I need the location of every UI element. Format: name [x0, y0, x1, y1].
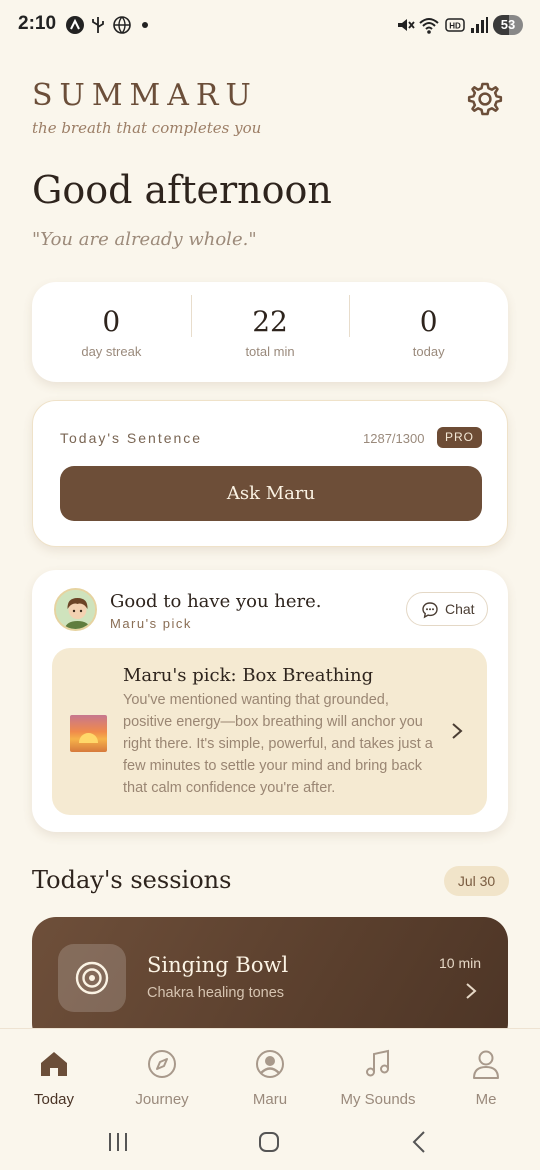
stat-label: day streak: [81, 344, 142, 359]
stats-card: 0 day streak 22 total min 0 today: [32, 282, 508, 382]
pro-badge: PRO: [437, 427, 482, 448]
stat-value: 0: [419, 305, 438, 338]
globe-icon: [113, 16, 131, 34]
chevron-right-icon: [466, 983, 477, 999]
maru-pick-recommendation[interactable]: Maru's pick: Box Breathing You've mentio…: [52, 648, 487, 815]
bottom-navigation: Today Journey Maru My Sounds Me: [0, 1028, 540, 1116]
home-icon: [41, 1052, 67, 1076]
back-icon[interactable]: [406, 1128, 434, 1156]
nav-label: Me: [475, 1091, 497, 1108]
usb-icon: [92, 17, 104, 33]
brand-tagline: the breath that completes you: [32, 119, 262, 137]
todays-sentence-card: Today's Sentence 1287/1300 PRO Ask Maru: [32, 400, 508, 547]
daily-quote: "You are already whole.": [32, 229, 257, 250]
sentence-count: 1287/1300: [363, 431, 425, 446]
nav-me[interactable]: Me: [432, 1047, 540, 1108]
nav-label: Today: [33, 1091, 75, 1108]
person-icon: [473, 1050, 499, 1079]
ask-maru-button[interactable]: Ask Maru: [60, 466, 482, 521]
nav-journey[interactable]: Journey: [108, 1047, 216, 1108]
nav-today[interactable]: Today: [0, 1047, 108, 1108]
nav-label: Journey: [135, 1091, 189, 1108]
maru-subtitle: Maru's pick: [110, 616, 192, 631]
maru-avatar-illustration: [56, 590, 95, 629]
chat-bubble-icon: [422, 602, 438, 619]
stat-total-min: 22 total min: [190, 295, 350, 359]
gear-icon[interactable]: [466, 80, 504, 118]
battery-icon: 53: [493, 15, 523, 35]
avatar[interactable]: [54, 588, 97, 631]
stat-today: 0 today: [349, 295, 508, 359]
mute-icon: [398, 19, 415, 31]
stat-value: 0: [102, 305, 121, 338]
session-description: Chakra healing tones: [147, 985, 285, 1001]
recent-apps-icon[interactable]: [104, 1128, 132, 1156]
compass-icon: [148, 1050, 176, 1078]
signal-icon: [471, 17, 488, 33]
sunset-thumbnail: [70, 715, 107, 752]
music-icon: [366, 1049, 389, 1077]
stat-day-streak: 0 day streak: [32, 305, 191, 359]
pick-description: You've mentioned wanting that grounded, …: [123, 692, 433, 796]
date-badge: Jul 30: [444, 866, 509, 896]
greeting-heading: Good afternoon: [32, 168, 332, 212]
session-icon-container: [58, 944, 126, 1012]
hd-icon: HD: [445, 18, 465, 32]
chat-label: Chat: [445, 601, 475, 617]
sentence-title: Today's Sentence: [60, 430, 203, 446]
svg-text:HD: HD: [449, 22, 461, 31]
stat-value: 22: [252, 305, 288, 338]
a-icon: [66, 16, 84, 34]
pick-title: Maru's pick: Box Breathing: [123, 665, 374, 686]
sessions-title: Today's sessions: [32, 866, 232, 894]
notification-dot: [142, 22, 148, 28]
stat-label: total min: [245, 344, 295, 359]
user-circle-icon: [256, 1050, 284, 1078]
nav-my-sounds[interactable]: My Sounds: [324, 1047, 432, 1108]
nav-label: My Sounds: [340, 1091, 416, 1108]
nav-maru[interactable]: Maru: [216, 1047, 324, 1108]
nav-label: Maru: [252, 1091, 288, 1108]
status-time: 2:10: [18, 13, 57, 34]
status-bar: 2:10 HD 53: [0, 0, 540, 52]
session-name: Singing Bowl: [147, 953, 289, 977]
maru-card: Good to have you here. Maru's pick Chat …: [32, 570, 508, 832]
target-icon: [75, 961, 109, 995]
maru-greeting: Good to have you here.: [110, 591, 322, 612]
battery-level: 53: [500, 17, 516, 32]
system-navigation-bar: [0, 1116, 540, 1170]
home-button-icon[interactable]: [255, 1128, 283, 1156]
chevron-right-icon: [452, 723, 463, 739]
session-duration: 10 min: [439, 955, 482, 971]
brand-title: SUMMARU: [32, 78, 258, 113]
wifi-icon: [419, 18, 439, 34]
stat-label: today: [412, 344, 445, 359]
chat-button[interactable]: Chat: [406, 592, 488, 626]
